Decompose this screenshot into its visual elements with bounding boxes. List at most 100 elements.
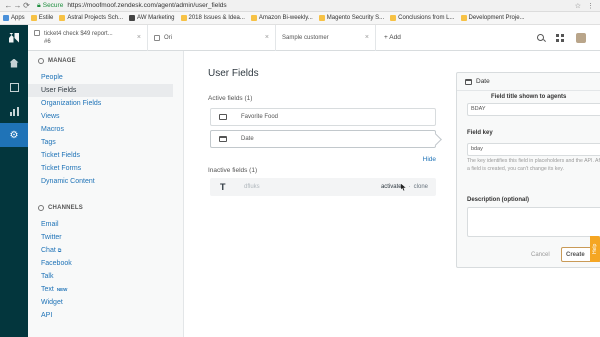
- text-field-icon: [219, 114, 227, 120]
- bookmark-item[interactable]: Astral Projects Sch...: [59, 15, 123, 21]
- clone-link[interactable]: clone: [414, 184, 428, 190]
- ticket-icon: [34, 29, 40, 36]
- field-edit-panel: Date Field title shown to agents BDAY Fi…: [456, 72, 600, 268]
- separator-dot: ·: [408, 184, 411, 190]
- help-button[interactable]: Help: [590, 236, 600, 262]
- bookmark-item[interactable]: Development Proje...: [460, 15, 525, 21]
- reload-icon[interactable]: ⟳: [22, 0, 31, 12]
- main-nav-rail: ⚙: [0, 51, 28, 337]
- calendar-icon: [465, 78, 472, 85]
- bookmark-item[interactable]: Estile: [30, 15, 53, 21]
- views-icon: [9, 82, 19, 92]
- home-icon: [9, 58, 19, 68]
- field-row-favorite-food[interactable]: Favorite Food: [210, 108, 436, 126]
- tab-ticket-number: #6: [44, 38, 51, 45]
- tab-user[interactable]: Ori ×: [148, 24, 276, 51]
- bookmark-item[interactable]: Amazon Bi-weekly...: [250, 15, 313, 21]
- rail-reporting[interactable]: [0, 99, 28, 123]
- sidebar-item-email[interactable]: Email: [28, 218, 183, 231]
- bookmark-item[interactable]: AW Marketing: [129, 15, 175, 21]
- title-input[interactable]: BDAY: [467, 103, 600, 116]
- admin-sidebar: MANAGE People User Fields Organization F…: [28, 51, 184, 337]
- zendesk-logo-icon: [9, 32, 19, 43]
- section-channels-heading: CHANNELS: [48, 205, 83, 211]
- page-title: User Fields: [208, 68, 259, 79]
- title-field-label: Field title shown to agents: [491, 94, 567, 100]
- section-channels: CHANNELS: [28, 202, 183, 214]
- hide-link[interactable]: Hide: [423, 156, 436, 163]
- close-icon[interactable]: ×: [365, 34, 369, 41]
- panel-header: Date: [457, 73, 600, 91]
- back-arrow-icon[interactable]: ←: [4, 0, 13, 12]
- sidebar-item-widget[interactable]: Widget: [28, 296, 183, 309]
- app-top-bar: ticket4 check $49 report... #6 × Ori × S…: [0, 24, 600, 51]
- add-tab-button[interactable]: + Add: [384, 34, 401, 41]
- folder-icon: [180, 15, 187, 21]
- rail-views[interactable]: [0, 75, 28, 99]
- description-textarea[interactable]: [467, 207, 600, 237]
- sidebar-item-chat-label: Chat: [41, 247, 56, 254]
- key-input[interactable]: bday: [467, 143, 600, 156]
- sidebar-item-text-label: Text: [41, 286, 54, 293]
- section-manage: MANAGE: [28, 55, 183, 67]
- bookmarks-bar: Apps Estile Astral Projects Sch... AW Ma…: [0, 12, 600, 25]
- sidebar-item-dynamic-content[interactable]: Dynamic Content: [28, 175, 183, 188]
- manage-icon: [38, 58, 44, 64]
- sidebar-item-facebook[interactable]: Facebook: [28, 257, 183, 270]
- menu-icon[interactable]: ⋮: [587, 2, 594, 10]
- active-fields-label: Active fields (1): [208, 95, 253, 102]
- bookmark-icon: [129, 15, 136, 21]
- rail-home[interactable]: [0, 51, 28, 75]
- folder-icon: [30, 15, 37, 21]
- sidebar-item-chat[interactable]: Chat ⧉: [28, 244, 183, 257]
- forward-arrow-icon[interactable]: →: [13, 0, 22, 12]
- star-icon[interactable]: ☆: [575, 2, 581, 10]
- avatar[interactable]: [576, 32, 586, 43]
- close-icon[interactable]: ×: [265, 34, 269, 41]
- close-icon[interactable]: ×: [137, 34, 141, 41]
- sidebar-item-talk[interactable]: Talk: [28, 270, 183, 283]
- sidebar-item-api[interactable]: API: [28, 309, 183, 322]
- cancel-button[interactable]: Cancel: [531, 252, 550, 258]
- inactive-fields-label: Inactive fields (1): [208, 167, 258, 174]
- tab-ticket-title: ticket4 check $49 report...: [44, 30, 113, 37]
- tab-sample-customer[interactable]: Sample customer ×: [276, 24, 376, 51]
- sidebar-item-text[interactable]: Text NEW: [28, 283, 183, 296]
- field-row-date[interactable]: Date: [210, 130, 436, 148]
- sidebar-item-user-fields[interactable]: User Fields: [28, 84, 173, 97]
- bookmark-item[interactable]: Magento Security S...: [318, 15, 384, 21]
- search-icon[interactable]: [537, 34, 544, 41]
- apps-icon[interactable]: [556, 33, 564, 42]
- sidebar-item-people[interactable]: People: [28, 71, 183, 84]
- lock-icon: 🔒︎: [37, 1, 41, 9]
- sidebar-item-views[interactable]: Views: [28, 110, 183, 123]
- sidebar-item-ticket-fields[interactable]: Ticket Fields: [28, 149, 183, 162]
- field-row-inactive[interactable]: T dfluks activate · clone: [210, 178, 436, 196]
- browser-url-bar: ← → ⟳ 🔒︎ Secure https://moofmoof.zendesk…: [0, 0, 600, 12]
- sidebar-item-tags[interactable]: Tags: [28, 136, 183, 149]
- tab-ticket[interactable]: ticket4 check $49 report... #6 ×: [28, 24, 148, 51]
- new-badge: NEW: [56, 287, 68, 292]
- tab-user-label: Ori: [164, 34, 172, 41]
- section-manage-heading: MANAGE: [48, 58, 76, 64]
- sidebar-item-organization-fields[interactable]: Organization Fields: [28, 97, 183, 110]
- sidebar-item-twitter[interactable]: Twitter: [28, 231, 183, 244]
- folder-icon: [460, 15, 467, 21]
- bookmark-item[interactable]: 2018 Issues & Idea...: [180, 15, 245, 21]
- field-name: Date: [241, 136, 254, 142]
- bookmark-item[interactable]: Conclusions from L...: [390, 15, 455, 21]
- rail-admin[interactable]: ⚙: [0, 123, 28, 147]
- folder-icon: [250, 15, 257, 21]
- sidebar-item-ticket-forms[interactable]: Ticket Forms: [28, 162, 183, 175]
- folder-icon: [390, 15, 397, 21]
- reporting-icon: [9, 106, 19, 116]
- gear-icon: ⚙: [9, 129, 19, 141]
- sidebar-item-macros[interactable]: Macros: [28, 123, 183, 136]
- apps-grid-icon: [3, 15, 9, 21]
- key-help-text: The key identifies this field in placeho…: [467, 158, 600, 172]
- zendesk-logo[interactable]: [0, 24, 28, 51]
- url-field[interactable]: https://moofmoof.zendesk.com/agent/admin…: [67, 2, 226, 9]
- activate-link[interactable]: activate: [381, 184, 402, 190]
- calendar-icon: [219, 136, 227, 142]
- bookmark-apps[interactable]: Apps: [3, 15, 25, 21]
